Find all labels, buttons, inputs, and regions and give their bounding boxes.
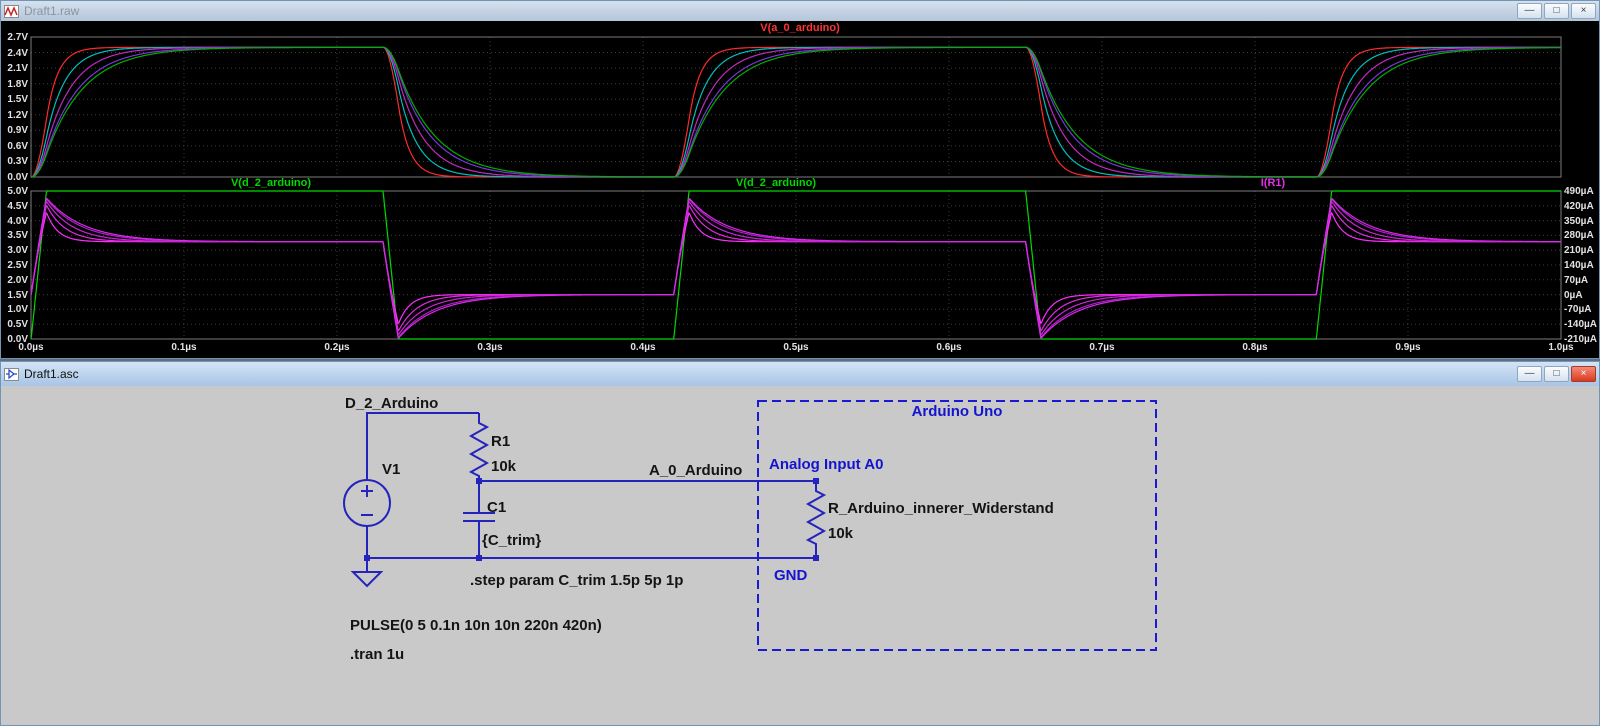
pane2-ytick-left-label: 3.0V [1, 245, 28, 256]
resistor-r1[interactable] [471, 413, 487, 481]
pane1-ytick-label: 2.1V [1, 63, 28, 74]
pane2-ytick-left-label: 2.0V [1, 275, 28, 286]
time-axis-tick-label: 0.9µs [1386, 342, 1430, 353]
pane2-ytick-right-label: 490µA [1564, 186, 1599, 197]
maximize-button[interactable]: □ [1544, 3, 1569, 19]
titlebar-raw[interactable]: Draft1.raw — □ × [1, 1, 1599, 21]
pane1-ytick-label: 1.2V [1, 110, 28, 121]
minimize-button[interactable]: — [1517, 366, 1542, 382]
component-label-v1[interactable]: V1 [382, 461, 400, 478]
window-title: Draft1.asc [24, 367, 79, 381]
pane2-ytick-left-label: 1.5V [1, 290, 28, 301]
pane1-title[interactable]: V(a_0_arduino) [1, 22, 1599, 34]
pane2-title-1[interactable]: V(d_2_arduino) [231, 177, 311, 189]
net-label-d2-arduino[interactable]: D_2_Arduino [345, 395, 438, 412]
pane1-ytick-label: 0.0V [1, 172, 28, 183]
pane1-ytick-label: 2.7V [1, 32, 28, 43]
comment-analog-input-a0[interactable]: Analog Input A0 [769, 456, 883, 473]
caption-buttons: — □ × [1517, 3, 1596, 19]
maximize-button[interactable]: □ [1544, 366, 1569, 382]
close-button[interactable]: × [1571, 3, 1596, 19]
net-label-a0-arduino[interactable]: A_0_Arduino [649, 462, 742, 479]
pane1-ytick-label: 1.5V [1, 94, 28, 105]
pane2-ytick-right-label: -140µA [1564, 319, 1599, 330]
component-label-r1[interactable]: R1 [491, 433, 510, 450]
pane2-ytick-right-label: 280µA [1564, 230, 1599, 241]
trace-ir1-step1 [31, 213, 1561, 323]
time-axis-tick-label: 0.2µs [315, 342, 359, 353]
pane2-ytick-left-label: 4.5V [1, 201, 28, 212]
pane2-ytick-right-label: 420µA [1564, 201, 1599, 212]
time-axis-tick-label: 0.6µs [927, 342, 971, 353]
spice-directive-pulse[interactable]: PULSE(0 5 0.1n 10n 10n 220n 420n) [350, 617, 602, 634]
pane2-ytick-right-label: 210µA [1564, 245, 1599, 256]
pane2-ytick-left-label: 1.0V [1, 304, 28, 315]
time-axis-tick-label: 0.3µs [468, 342, 512, 353]
pane2-ytick-right-label: 350µA [1564, 216, 1599, 227]
component-label-r-arduino[interactable]: R_Arduino_innerer_Widerstand [828, 500, 1054, 517]
waveform-svg [1, 21, 1599, 358]
schematic-window-icon [4, 368, 19, 381]
ground-symbol[interactable] [353, 572, 381, 586]
wire-junction [364, 555, 370, 561]
value-label-r-arduino[interactable]: 10k [828, 525, 853, 542]
window-draft1-raw: Draft1.raw — □ × V(a_0_arduino) V(d_2_ard… [0, 0, 1600, 359]
time-axis-tick-label: 0.0µs [9, 342, 53, 353]
pane2-ytick-right-label: 0µA [1564, 290, 1599, 301]
time-axis-tick-label: 0.4µs [621, 342, 665, 353]
component-label-c1[interactable]: C1 [487, 499, 506, 516]
pane2-ytick-left-label: 5.0V [1, 186, 28, 197]
schematic-canvas[interactable]: D_2_Arduino V1 R1 10k C1 {C_trim} A_0_Ar… [1, 386, 1599, 725]
pane2-ytick-right-label: -70µA [1564, 304, 1599, 315]
pane2-ytick-left-label: 4.0V [1, 216, 28, 227]
desktop: Draft1.raw — □ × V(a_0_arduino) V(d_2_ard… [0, 0, 1600, 726]
time-axis-tick-label: 1.0µs [1539, 342, 1583, 353]
wire-junction [813, 478, 819, 484]
waveform-window-icon [4, 5, 19, 18]
pane2-title-3[interactable]: I(R1) [1261, 177, 1285, 189]
comment-arduino-uno[interactable]: Arduino Uno [758, 403, 1156, 420]
trace-ir1-step3 [31, 202, 1561, 334]
pane1-ytick-label: 2.4V [1, 48, 28, 59]
spice-directive-tran[interactable]: .tran 1u [350, 646, 404, 663]
pane1-ytick-label: 0.6V [1, 141, 28, 152]
pane1-ytick-label: 1.8V [1, 79, 28, 90]
pane1-ytick-label: 0.3V [1, 156, 28, 167]
waveform-plot-area[interactable]: V(a_0_arduino) V(d_2_arduino) V(d_2_arduin… [1, 21, 1599, 358]
arduino-uno-boundary-box [758, 401, 1156, 650]
titlebar-asc[interactable]: Draft1.asc — □ × [1, 362, 1599, 386]
caption-buttons: — □ × [1517, 366, 1596, 382]
resistor-r-arduino[interactable] [808, 481, 824, 558]
pane2-ytick-right-label: 140µA [1564, 260, 1599, 271]
window-draft1-asc: Draft1.asc — □ × [0, 361, 1600, 726]
spice-directive-step[interactable]: .step param C_trim 1.5p 5p 1p [470, 572, 683, 589]
value-label-c1[interactable]: {C_trim} [482, 532, 541, 549]
pane2-title-2[interactable]: V(d_2_arduino) [736, 177, 816, 189]
pane2-ytick-left-label: 2.5V [1, 260, 28, 271]
schematic-svg [1, 386, 1599, 725]
value-label-r1[interactable]: 10k [491, 458, 516, 475]
pane2-ytick-left-label: 3.5V [1, 230, 28, 241]
close-button[interactable]: × [1571, 366, 1596, 382]
time-axis-tick-label: 0.1µs [162, 342, 206, 353]
wire-junction [476, 555, 482, 561]
time-axis-tick-label: 0.7µs [1080, 342, 1124, 353]
pane2-ytick-left-label: 0.5V [1, 319, 28, 330]
window-title: Draft1.raw [24, 4, 79, 18]
comment-gnd[interactable]: GND [774, 567, 807, 584]
wire-junction [476, 478, 482, 484]
pane1-ytick-label: 0.9V [1, 125, 28, 136]
minimize-button[interactable]: — [1517, 3, 1542, 19]
wire-junction [813, 555, 819, 561]
time-axis-tick-label: 0.5µs [774, 342, 818, 353]
time-axis-tick-label: 0.8µs [1233, 342, 1277, 353]
pane2-ytick-right-label: 70µA [1564, 275, 1599, 286]
